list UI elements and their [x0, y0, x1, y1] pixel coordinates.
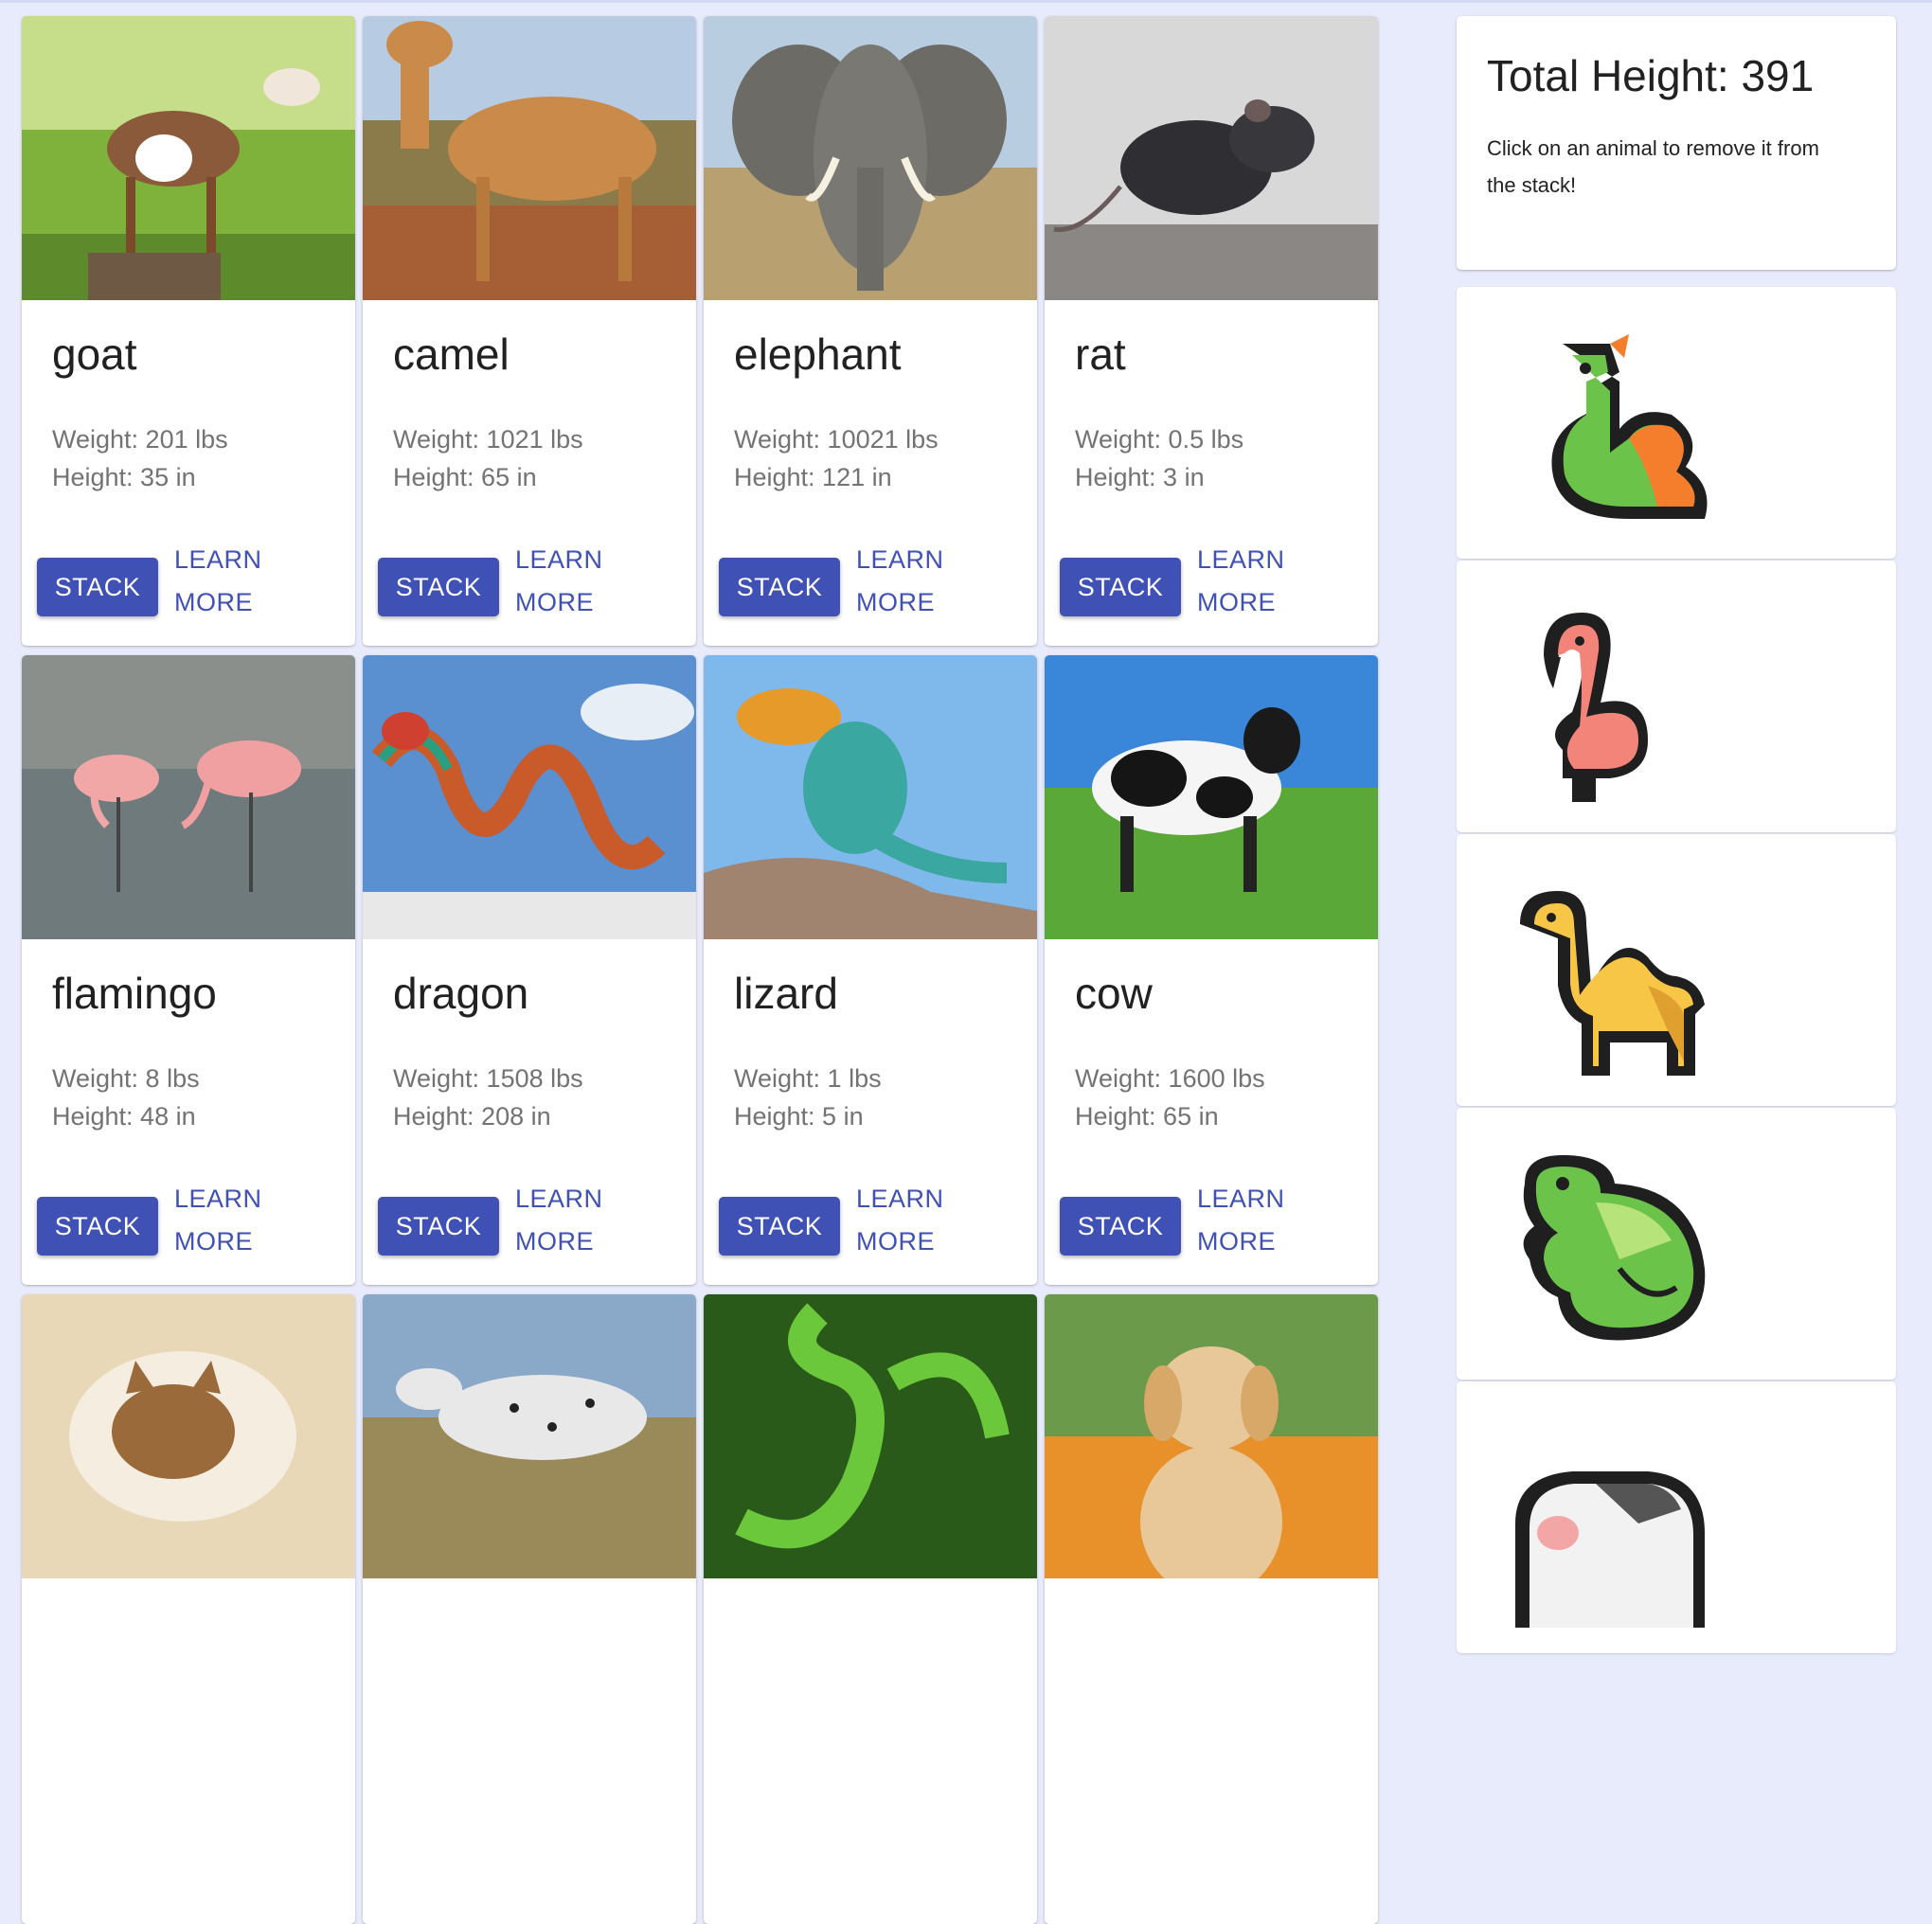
animal-name: goat — [52, 330, 137, 379]
learn-more-button[interactable]: LEARN MORE — [515, 1178, 603, 1263]
horse-photo — [363, 1294, 696, 1578]
animal-card-camel[interactable]: camel Weight: 1021 lbs Height: 65 in STA… — [363, 16, 696, 646]
learn-more-label: MORE — [856, 1227, 935, 1256]
stack-button[interactable]: STACK — [37, 558, 158, 616]
stack-button[interactable]: STACK — [719, 558, 840, 616]
total-height: Total Height: 391 — [1487, 51, 1815, 100]
learn-more-button[interactable]: LEARN MORE — [856, 539, 944, 624]
stack-button[interactable]: STACK — [378, 1197, 499, 1256]
animal-height: Height: 3 in — [1075, 463, 1205, 491]
animal-name: flamingo — [52, 969, 217, 1018]
stack-item-camel[interactable] — [1457, 834, 1896, 1106]
animal-card-cat[interactable] — [22, 1294, 355, 1924]
stack-button[interactable]: STACK — [719, 1197, 840, 1256]
learn-more-button[interactable]: LEARN MORE — [856, 1178, 944, 1263]
learn-more-label: MORE — [174, 588, 253, 616]
learn-more-label: MORE — [1197, 1227, 1276, 1256]
learn-more-button[interactable]: LEARN MORE — [1197, 539, 1285, 624]
stack-hint: Click on an animal to remove it from the… — [1487, 136, 1819, 197]
stack-item-dragon[interactable] — [1457, 287, 1896, 559]
animal-card-flamingo[interactable]: flamingo Weight: 8 lbs Height: 48 in STA… — [22, 655, 355, 1285]
top-bar — [0, 0, 1932, 3]
stack-button[interactable]: STACK — [1060, 558, 1181, 616]
animal-card-goat[interactable]: goat Weight: 201 lbs Height: 35 in STACK… — [22, 16, 355, 646]
learn-more-label: MORE — [1197, 588, 1276, 616]
animal-height: Height: 65 in — [1075, 1102, 1219, 1131]
stack-button[interactable]: STACK — [37, 1197, 158, 1256]
learn-more-label: LEARN — [515, 1185, 603, 1213]
total-height-panel: Total Height: 391 Click on an animal to … — [1457, 16, 1896, 270]
animal-stack — [1457, 287, 1896, 1655]
stack-item-flamingo[interactable] — [1457, 561, 1896, 832]
stack-item-cow[interactable] — [1457, 1381, 1896, 1653]
animal-name: cow — [1075, 969, 1153, 1018]
animal-height: Height: 208 in — [393, 1102, 551, 1131]
dragon-photo — [363, 655, 696, 939]
learn-more-label: LEARN — [856, 1185, 944, 1213]
stack-button[interactable]: STACK — [378, 558, 499, 616]
cow-icon — [1515, 1471, 1705, 1628]
lizard-photo — [704, 655, 1037, 939]
animal-card-lizard[interactable]: lizard Weight: 1 lbs Height: 5 in STACK … — [704, 655, 1037, 1285]
animal-grid: goat Weight: 201 lbs Height: 35 in STACK… — [22, 16, 1378, 1924]
animal-weight: Weight: 1 lbs — [734, 1064, 882, 1093]
animal-height: Height: 5 in — [734, 1102, 864, 1131]
dragon-icon — [1551, 334, 1708, 519]
learn-more-label: LEARN — [174, 545, 262, 574]
animal-weight: Weight: 201 lbs — [52, 425, 228, 454]
camel-icon — [1520, 891, 1705, 1076]
animal-weight: Weight: 0.5 lbs — [1075, 425, 1244, 454]
learn-more-button[interactable]: LEARN MORE — [174, 1178, 262, 1263]
animal-name: rat — [1075, 330, 1126, 379]
animal-name: elephant — [734, 330, 902, 379]
animal-height: Height: 35 in — [52, 463, 196, 491]
dog-photo — [1045, 1294, 1378, 1578]
snake-photo — [704, 1294, 1037, 1578]
stack-button[interactable]: STACK — [1060, 1197, 1181, 1256]
animal-card-elephant[interactable]: elephant Weight: 10021 lbs Height: 121 i… — [704, 16, 1037, 646]
learn-more-button[interactable]: LEARN MORE — [174, 539, 262, 624]
animal-weight: Weight: 8 lbs — [52, 1064, 200, 1093]
cow-photo — [1045, 655, 1378, 939]
flamingo-icon — [1544, 613, 1648, 802]
learn-more-label: MORE — [515, 1227, 594, 1256]
animal-card-dog[interactable] — [1045, 1294, 1378, 1924]
learn-more-label: MORE — [174, 1227, 253, 1256]
animal-height: Height: 65 in — [393, 463, 537, 491]
learn-more-label: LEARN — [856, 545, 944, 574]
flamingo-photo — [22, 655, 355, 939]
animal-weight: Weight: 1600 lbs — [1075, 1064, 1265, 1093]
learn-more-label: LEARN — [1197, 1185, 1285, 1213]
animal-name: camel — [393, 330, 510, 379]
camel-photo — [363, 16, 696, 300]
cat-photo — [22, 1294, 355, 1578]
animal-height: Height: 48 in — [52, 1102, 196, 1131]
lizard-icon — [1523, 1155, 1706, 1341]
stack-item-lizard[interactable] — [1457, 1108, 1896, 1380]
elephant-photo — [704, 16, 1037, 300]
animal-card-horse[interactable] — [363, 1294, 696, 1924]
animal-card-rat[interactable]: rat Weight: 0.5 lbs Height: 3 in STACK L… — [1045, 16, 1378, 646]
animal-weight: Weight: 10021 lbs — [734, 425, 939, 454]
animal-card-snake[interactable] — [704, 1294, 1037, 1924]
learn-more-label: LEARN — [515, 545, 603, 574]
animal-card-cow[interactable]: cow Weight: 1600 lbs Height: 65 in STACK… — [1045, 655, 1378, 1285]
learn-more-button[interactable]: LEARN MORE — [1197, 1178, 1285, 1263]
animal-height: Height: 121 in — [734, 463, 892, 491]
learn-more-button[interactable]: LEARN MORE — [515, 539, 603, 624]
learn-more-label: MORE — [515, 588, 594, 616]
learn-more-label: LEARN — [1197, 545, 1285, 574]
animal-name: dragon — [393, 969, 529, 1018]
animal-card-dragon[interactable]: dragon Weight: 1508 lbs Height: 208 in S… — [363, 655, 696, 1285]
learn-more-label: MORE — [856, 588, 935, 616]
goat-photo — [22, 16, 355, 300]
animal-weight: Weight: 1021 lbs — [393, 425, 583, 454]
learn-more-label: LEARN — [174, 1185, 262, 1213]
animal-weight: Weight: 1508 lbs — [393, 1064, 583, 1093]
animal-name: lizard — [734, 969, 838, 1018]
rat-photo — [1045, 16, 1378, 300]
